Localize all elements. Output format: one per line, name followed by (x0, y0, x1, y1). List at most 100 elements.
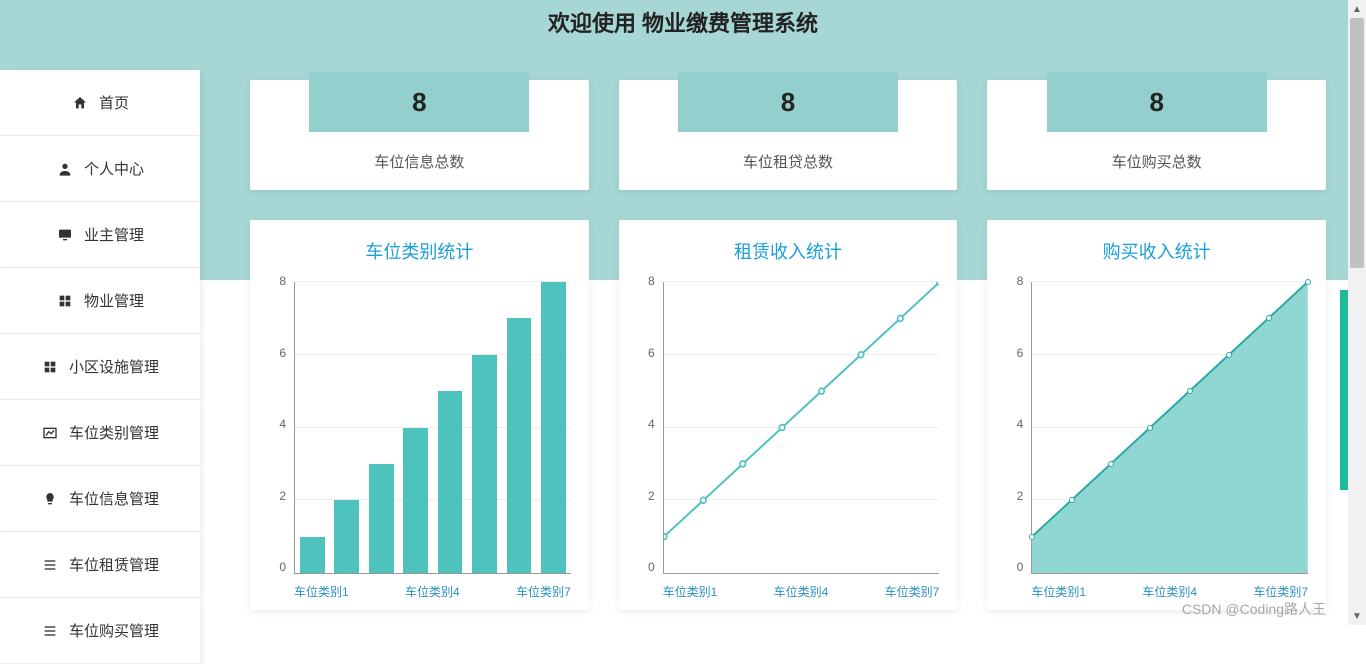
sidebar-item-label: 车位购买管理 (69, 620, 159, 641)
data-point (1305, 279, 1311, 285)
stat-card-1: 8车位租贷总数 (619, 80, 958, 190)
grid-icon (56, 292, 74, 310)
x-tick: 车位类别1 (294, 583, 349, 600)
y-tick: 0 (279, 560, 290, 574)
y-tick: 0 (1017, 560, 1028, 574)
sidebar-item-5[interactable]: 车位类别管理 (0, 400, 200, 466)
y-tick: 4 (279, 417, 290, 431)
y-tick: 0 (648, 560, 659, 574)
sidebar-item-0[interactable]: 首页 (0, 70, 200, 136)
data-point (1069, 497, 1075, 503)
bar-1 (334, 500, 359, 573)
x-tick: 车位类别1 (1031, 583, 1086, 600)
y-tick: 4 (648, 417, 659, 431)
y-tick: 2 (648, 489, 659, 503)
sidebar-item-label: 业主管理 (84, 224, 144, 245)
sidebar-item-label: 车位类别管理 (69, 422, 159, 443)
stat-label: 车位租贷总数 (619, 151, 958, 172)
scrollbar[interactable]: ▲ ▼ (1348, 0, 1366, 625)
x-tick: 车位类别4 (1142, 583, 1197, 600)
bars (295, 282, 571, 573)
plot-area (294, 282, 571, 574)
sidebar-item-8[interactable]: 车位购买管理 (0, 598, 200, 664)
sidebar-item-2[interactable]: 业主管理 (0, 202, 200, 268)
person-icon (56, 160, 74, 178)
sidebar-item-6[interactable]: 车位信息管理 (0, 466, 200, 532)
data-point (1108, 461, 1114, 467)
bar-2 (369, 464, 394, 573)
stat-row: 8车位信息总数 8车位租贷总数 8车位购买总数 (250, 80, 1326, 190)
plot-area (663, 282, 940, 574)
stat-card-2: 8车位购买总数 (987, 80, 1326, 190)
bulb-icon (41, 490, 59, 508)
x-tick: 车位类别7 (516, 583, 571, 600)
grid2-icon (41, 358, 59, 376)
list-icon (41, 556, 59, 574)
sidebar-item-label: 物业管理 (84, 290, 144, 311)
scrollbar-thumb[interactable] (1350, 18, 1364, 268)
area-svg (1032, 282, 1308, 573)
y-tick: 6 (279, 346, 290, 360)
watermark: CSDN @Coding路人王 (1182, 599, 1326, 619)
scrollbar-up-icon[interactable]: ▲ (1348, 0, 1366, 18)
sidebar-item-label: 车位信息管理 (69, 488, 159, 509)
bar-3 (403, 428, 428, 574)
stat-card-0: 8车位信息总数 (250, 80, 589, 190)
chart-title: 租赁收入统计 (631, 238, 946, 264)
bar-4 (438, 391, 463, 573)
x-axis: 车位类别1 车位类别4 车位类别7 (663, 583, 940, 600)
x-axis: 车位类别1 车位类别4 车位类别7 (1031, 583, 1308, 600)
bar-7 (541, 282, 566, 573)
x-axis: 车位类别1 车位类别4 车位类别7 (294, 583, 571, 600)
sidebar-item-7[interactable]: 车位租赁管理 (0, 532, 200, 598)
y-axis: 86420 (262, 274, 290, 574)
data-point (1029, 534, 1035, 540)
chart-body: 86420车位类别1车位类别4车位类别7 (262, 274, 577, 602)
monitor-icon (56, 226, 74, 244)
stat-label: 车位信息总数 (250, 151, 589, 172)
bar-5 (472, 355, 497, 573)
trend-icon (41, 424, 59, 442)
chart-body: 86420车位类别1车位类别4车位类别7 (631, 274, 946, 602)
sidebar-item-label: 车位租赁管理 (69, 554, 159, 575)
y-axis: 86420 (999, 274, 1027, 574)
x-tick: 车位类别4 (774, 583, 829, 600)
sidebar-item-1[interactable]: 个人中心 (0, 136, 200, 202)
sidebar-item-3[interactable]: 物业管理 (0, 268, 200, 334)
accent-bar (1340, 290, 1348, 490)
x-tick: 车位类别7 (885, 583, 940, 600)
main-content: 8车位信息总数8车位租贷总数8车位购买总数 车位类别统计86420车位类别1车位… (250, 80, 1326, 610)
bar-0 (300, 537, 325, 573)
stat-value: 8 (1047, 72, 1267, 132)
stat-value: 8 (678, 72, 898, 132)
stat-value: 8 (309, 72, 529, 132)
list2-icon (41, 622, 59, 640)
y-axis: 86420 (631, 274, 659, 574)
chart-title: 车位类别统计 (262, 238, 577, 264)
y-tick: 4 (1017, 417, 1028, 431)
sidebar-nav: 首页个人中心业主管理物业管理小区设施管理车位类别管理车位信息管理车位租赁管理车位… (0, 70, 200, 664)
chart-card-2: 购买收入统计86420车位类别1车位类别4车位类别7 (987, 220, 1326, 610)
chart-body: 86420车位类别1车位类别4车位类别7 (999, 274, 1314, 602)
scrollbar-down-icon[interactable]: ▼ (1348, 607, 1366, 625)
y-tick: 2 (279, 489, 290, 503)
x-tick: 车位类别1 (663, 583, 718, 600)
data-point (1226, 352, 1232, 358)
chart-row: 车位类别统计86420车位类别1车位类别4车位类别7租赁收入统计86420车位类… (250, 220, 1326, 610)
y-tick: 6 (1017, 346, 1028, 360)
home-icon (71, 94, 89, 112)
y-tick: 2 (1017, 489, 1028, 503)
stat-label: 车位购买总数 (987, 151, 1326, 172)
sidebar-item-label: 个人中心 (84, 158, 144, 179)
chart-title: 购买收入统计 (999, 238, 1314, 264)
sidebar-item-label: 首页 (99, 92, 129, 113)
bar-6 (507, 318, 532, 573)
chart-card-0: 车位类别统计86420车位类别1车位类别4车位类别7 (250, 220, 589, 610)
x-tick: 车位类别7 (1253, 583, 1308, 600)
x-tick: 车位类别4 (405, 583, 460, 600)
data-point (1187, 388, 1193, 394)
chart-card-1: 租赁收入统计86420车位类别1车位类别4车位类别7 (619, 220, 958, 610)
sidebar-item-4[interactable]: 小区设施管理 (0, 334, 200, 400)
y-tick: 6 (648, 346, 659, 360)
plot-area (1031, 282, 1308, 574)
